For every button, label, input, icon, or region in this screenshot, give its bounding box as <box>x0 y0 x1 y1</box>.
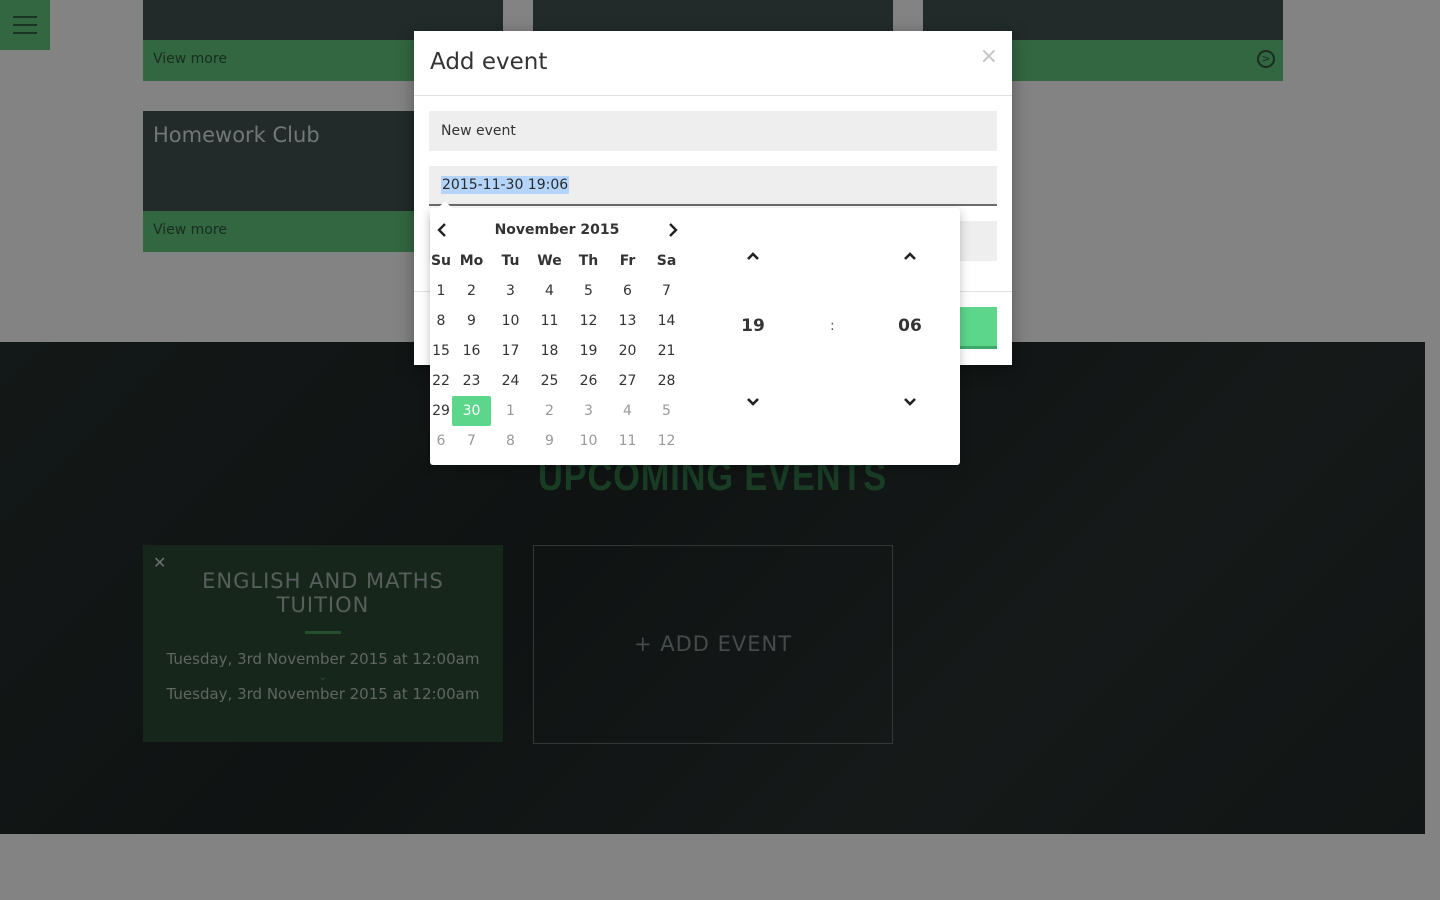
modal-header: Add event × <box>414 31 1012 96</box>
day-cell[interactable]: 16 <box>452 336 491 366</box>
week-row: 29 30 1 2 3 4 5 <box>430 396 686 426</box>
hour-value[interactable]: 19 <box>733 316 773 336</box>
day-cell[interactable]: 12 <box>569 306 608 336</box>
day-cell[interactable]: 2 <box>530 396 569 426</box>
day-cell[interactable]: 7 <box>647 276 686 306</box>
day-cell[interactable]: 9 <box>530 426 569 456</box>
day-cell[interactable]: 8 <box>491 426 530 456</box>
minute-up-button[interactable] <box>895 241 925 271</box>
day-cell[interactable]: 3 <box>569 396 608 426</box>
week-row: 15 16 17 18 19 20 21 <box>430 336 686 366</box>
minute-value[interactable]: 06 <box>890 316 930 336</box>
day-cell[interactable]: 27 <box>608 366 647 396</box>
day-cell[interactable]: 6 <box>608 276 647 306</box>
day-cell[interactable]: 5 <box>569 276 608 306</box>
selected-text: 2015-11-30 19:06 <box>441 176 570 194</box>
day-cell[interactable]: 19 <box>569 336 608 366</box>
day-cell-selected[interactable]: 30 <box>452 396 491 426</box>
day-cell[interactable]: 28 <box>647 366 686 396</box>
day-cell[interactable]: 9 <box>452 306 491 336</box>
hour-up-button[interactable] <box>738 241 768 271</box>
close-icon[interactable]: × <box>980 44 998 69</box>
day-cell[interactable]: 10 <box>491 306 530 336</box>
day-cell[interactable]: 12 <box>647 426 686 456</box>
week-row: 8 9 10 11 12 13 14 <box>430 306 686 336</box>
chevron-right-icon <box>669 223 678 237</box>
next-month-button[interactable] <box>663 220 683 240</box>
event-name-input[interactable]: New event <box>429 111 997 151</box>
day-cell[interactable]: 24 <box>491 366 530 396</box>
time-picker: 19 : 06 <box>692 208 960 465</box>
day-cell[interactable]: 14 <box>647 306 686 336</box>
day-cell[interactable]: 1 <box>491 396 530 426</box>
weekday-header: Fr <box>619 253 636 269</box>
week-row: 22 23 24 25 26 27 28 <box>430 366 686 396</box>
day-cell[interactable]: 5 <box>647 396 686 426</box>
day-cell[interactable]: 25 <box>530 366 569 396</box>
chevron-down-icon <box>904 398 916 406</box>
day-cell[interactable]: 23 <box>452 366 491 396</box>
day-cell[interactable]: 11 <box>530 306 569 336</box>
day-cell[interactable]: 1 <box>430 276 452 306</box>
day-cell[interactable]: 13 <box>608 306 647 336</box>
chevron-up-icon <box>747 252 759 260</box>
month-label[interactable]: November 2015 <box>430 222 684 238</box>
time-separator: : <box>830 318 835 334</box>
calendar: November 2015 Su Mo Tu We Th Fr Sa 1 2 3 4 5 6 7 8 9 10… <box>430 216 692 456</box>
day-cell[interactable]: 21 <box>647 336 686 366</box>
chevron-up-icon <box>904 252 916 260</box>
week-row: 6 7 8 9 10 11 12 <box>430 426 686 456</box>
day-cell[interactable]: 6 <box>430 426 452 456</box>
modal-title: Add event <box>430 49 548 75</box>
hour-down-button[interactable] <box>738 387 768 417</box>
weekday-header: Th <box>578 253 599 269</box>
weekday-header: We <box>537 253 562 269</box>
day-grid: Su Mo Tu We Th Fr Sa 1 2 3 4 5 6 7 8 9 10 11 12 13 14 15 16 17… <box>430 246 686 456</box>
day-cell[interactable]: 4 <box>608 396 647 426</box>
day-cell[interactable]: 20 <box>608 336 647 366</box>
day-cell[interactable]: 10 <box>569 426 608 456</box>
weekday-header: Mo <box>459 253 484 269</box>
day-cell[interactable]: 7 <box>452 426 491 456</box>
weekday-header: Su <box>430 253 452 269</box>
day-cell[interactable]: 18 <box>530 336 569 366</box>
day-cell[interactable]: 8 <box>430 306 452 336</box>
save-button[interactable] <box>954 307 997 349</box>
minute-down-button[interactable] <box>895 387 925 417</box>
event-date-input[interactable]: 2015-11-30 19:06 <box>429 166 997 206</box>
day-cell[interactable]: 3 <box>491 276 530 306</box>
day-cell[interactable]: 22 <box>430 366 452 396</box>
day-cell[interactable]: 4 <box>530 276 569 306</box>
day-cell[interactable]: 11 <box>608 426 647 456</box>
day-cell[interactable]: 29 <box>430 396 452 426</box>
chevron-down-icon <box>747 398 759 406</box>
day-cell[interactable]: 15 <box>430 336 452 366</box>
weekday-header: Tu <box>501 253 520 269</box>
datetime-picker: November 2015 Su Mo Tu We Th Fr Sa 1 2 3 4 5 6 7 8 9 10… <box>430 201 960 465</box>
weekday-header: Sa <box>656 253 677 269</box>
day-cell[interactable]: 26 <box>569 366 608 396</box>
week-row: 1234567 <box>430 276 686 306</box>
day-cell[interactable]: 17 <box>491 336 530 366</box>
day-cell[interactable]: 2 <box>452 276 491 306</box>
